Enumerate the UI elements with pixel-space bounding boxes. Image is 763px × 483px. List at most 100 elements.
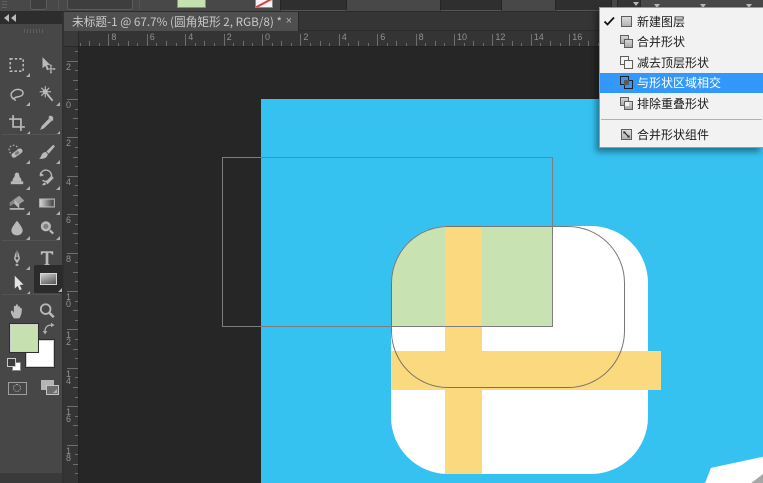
- ruler-label: 6: [380, 33, 385, 42]
- tool-pen[interactable]: [3, 245, 31, 271]
- quick-mask-button[interactable]: [8, 382, 27, 395]
- ruler-label: 4: [342, 33, 347, 42]
- hand-icon: [8, 302, 26, 320]
- swap-colors-icon[interactable]: [42, 322, 58, 336]
- options-button[interactable]: [67, 0, 133, 10]
- chevron-down-icon: [633, 2, 639, 6]
- ruler-label: 1 4: [66, 371, 71, 385]
- foreground-color-swatch[interactable]: [10, 324, 38, 352]
- tools-divider: [2, 294, 60, 295]
- tools-divider: [2, 240, 60, 241]
- tool-eyedropper[interactable]: [33, 110, 61, 136]
- ruler-label: 4: [66, 179, 71, 186]
- stroke-color-swatch[interactable]: [255, 0, 273, 8]
- ruler-label: 14: [534, 33, 544, 42]
- lasso-icon: [8, 85, 26, 103]
- ruler-label: 2: [66, 140, 71, 147]
- options-bar-grip: [2, 1, 7, 10]
- menu-item-label: 排除重叠形状: [637, 95, 709, 112]
- merge-shape-components-icon: [620, 128, 633, 141]
- tool-dodge[interactable]: [33, 215, 61, 241]
- tool-preset-button[interactable]: [30, 0, 47, 10]
- tool-rectangular-marquee[interactable]: [3, 52, 31, 78]
- width-field[interactable]: [440, 0, 502, 11]
- history-brush-icon: [38, 169, 56, 187]
- new-layer-icon: [620, 15, 633, 28]
- subtract-front-shape-icon: [620, 56, 633, 69]
- fill-color-swatch[interactable]: [177, 0, 206, 8]
- photoshop-window: 未标题-1 @ 67.7% (圆角矩形 2, RGB/8) * × 8 6 4 2 0 2…: [0, 0, 763, 483]
- ruler-label: 10: [457, 33, 467, 42]
- ruler-label: 0: [265, 33, 270, 42]
- tool-rectangle-selected[interactable]: [34, 265, 63, 293]
- menu-item-intersect-shape-areas[interactable]: 与形状区域相交: [600, 73, 763, 94]
- menu-item-merge-shape-components[interactable]: 合并形状组件: [600, 125, 763, 146]
- tool-move[interactable]: [33, 52, 61, 78]
- ruler-label: 0: [66, 102, 71, 109]
- eraser-icon: [8, 194, 26, 212]
- ruler-label: 6: [66, 217, 71, 224]
- ruler-label: 1 6: [66, 409, 71, 423]
- tool-clone-stamp[interactable]: [3, 165, 31, 191]
- crop-icon: [8, 114, 26, 132]
- tool-gradient[interactable]: [33, 190, 61, 216]
- white-wedge-shape: [679, 447, 763, 483]
- ruler-label: 1 0: [66, 294, 71, 308]
- tool-blur[interactable]: [3, 215, 31, 241]
- screen-mode-button[interactable]: [46, 385, 59, 395]
- drawn-rectangle-path-outline: [222, 157, 553, 327]
- path-selection-icon: [8, 274, 26, 292]
- intersect-shape-areas-icon: [620, 76, 633, 89]
- default-foreground-swatch[interactable]: [7, 358, 16, 367]
- quick-mask-icon: [13, 384, 21, 392]
- menu-item-new-layer[interactable]: 新建图层: [600, 11, 763, 32]
- ruler-label: 2: [66, 64, 71, 71]
- ruler-label: 8: [111, 33, 116, 42]
- ruler-label: 8: [419, 33, 424, 42]
- ruler-corner[interactable]: [64, 31, 79, 47]
- options-separator: [139, 0, 140, 10]
- tool-magic-wand[interactable]: [33, 81, 61, 107]
- menu-item-label: 合并形状组件: [637, 126, 709, 143]
- tools-panel-header[interactable]: [0, 12, 62, 24]
- tool-zoom[interactable]: [33, 298, 61, 324]
- tool-brush[interactable]: [33, 139, 61, 165]
- tool-spot-healing-brush[interactable]: [3, 139, 31, 165]
- document-tab[interactable]: 未标题-1 @ 67.7% (圆角矩形 2, RGB/8) * ×: [64, 12, 299, 31]
- ruler-label: 12: [495, 33, 505, 42]
- toolbar-footer: [0, 473, 62, 483]
- stroke-width-field[interactable]: [280, 0, 347, 11]
- menu-separator: [601, 119, 762, 120]
- tools-divider: [2, 134, 60, 135]
- corner-decoration: [679, 447, 763, 483]
- check-icon: [600, 15, 617, 28]
- ruler-label: 8: [66, 256, 71, 263]
- unite-shapes-icon: [620, 35, 633, 48]
- healing-brush-icon: [8, 143, 26, 161]
- tool-path-selection[interactable]: [3, 270, 31, 296]
- menu-item-label: 与形状区域相交: [637, 74, 721, 91]
- tool-history-brush[interactable]: [33, 165, 61, 191]
- clone-stamp-icon: [8, 169, 26, 187]
- menu-item-subtract-front-shape[interactable]: 减去顶层形状: [600, 52, 763, 73]
- tool-lasso[interactable]: [3, 81, 31, 107]
- rectangle-icon: [40, 273, 57, 285]
- eyedropper-icon: [38, 114, 56, 132]
- menu-item-exclude-overlapping-shapes[interactable]: 排除重叠形状: [600, 93, 763, 114]
- marquee-icon: [8, 56, 26, 74]
- vertical-ruler[interactable]: 2024681 01 21 41 61 8: [64, 47, 79, 483]
- gradient-icon: [38, 194, 56, 212]
- tab-close-icon[interactable]: ×: [286, 12, 292, 31]
- collapse-panel-icon: [11, 14, 16, 22]
- menu-item-label: 合并形状: [637, 33, 685, 50]
- zoom-icon: [38, 302, 56, 320]
- ruler-label: 4: [188, 33, 193, 42]
- document-tab-title: 未标题-1 @ 67.7% (圆角矩形 2, RGB/8) *: [72, 13, 282, 30]
- path-operations-menu: 新建图层 合并形状 减去顶层形状 与形状区域相交: [599, 7, 763, 148]
- menu-item-label: 新建图层: [637, 13, 685, 30]
- tool-crop[interactable]: [3, 110, 31, 136]
- tool-eraser[interactable]: [3, 190, 31, 216]
- panel-grip[interactable]: [24, 29, 44, 33]
- tool-hand[interactable]: [3, 298, 31, 324]
- menu-item-unite-shapes[interactable]: 合并形状: [600, 32, 763, 53]
